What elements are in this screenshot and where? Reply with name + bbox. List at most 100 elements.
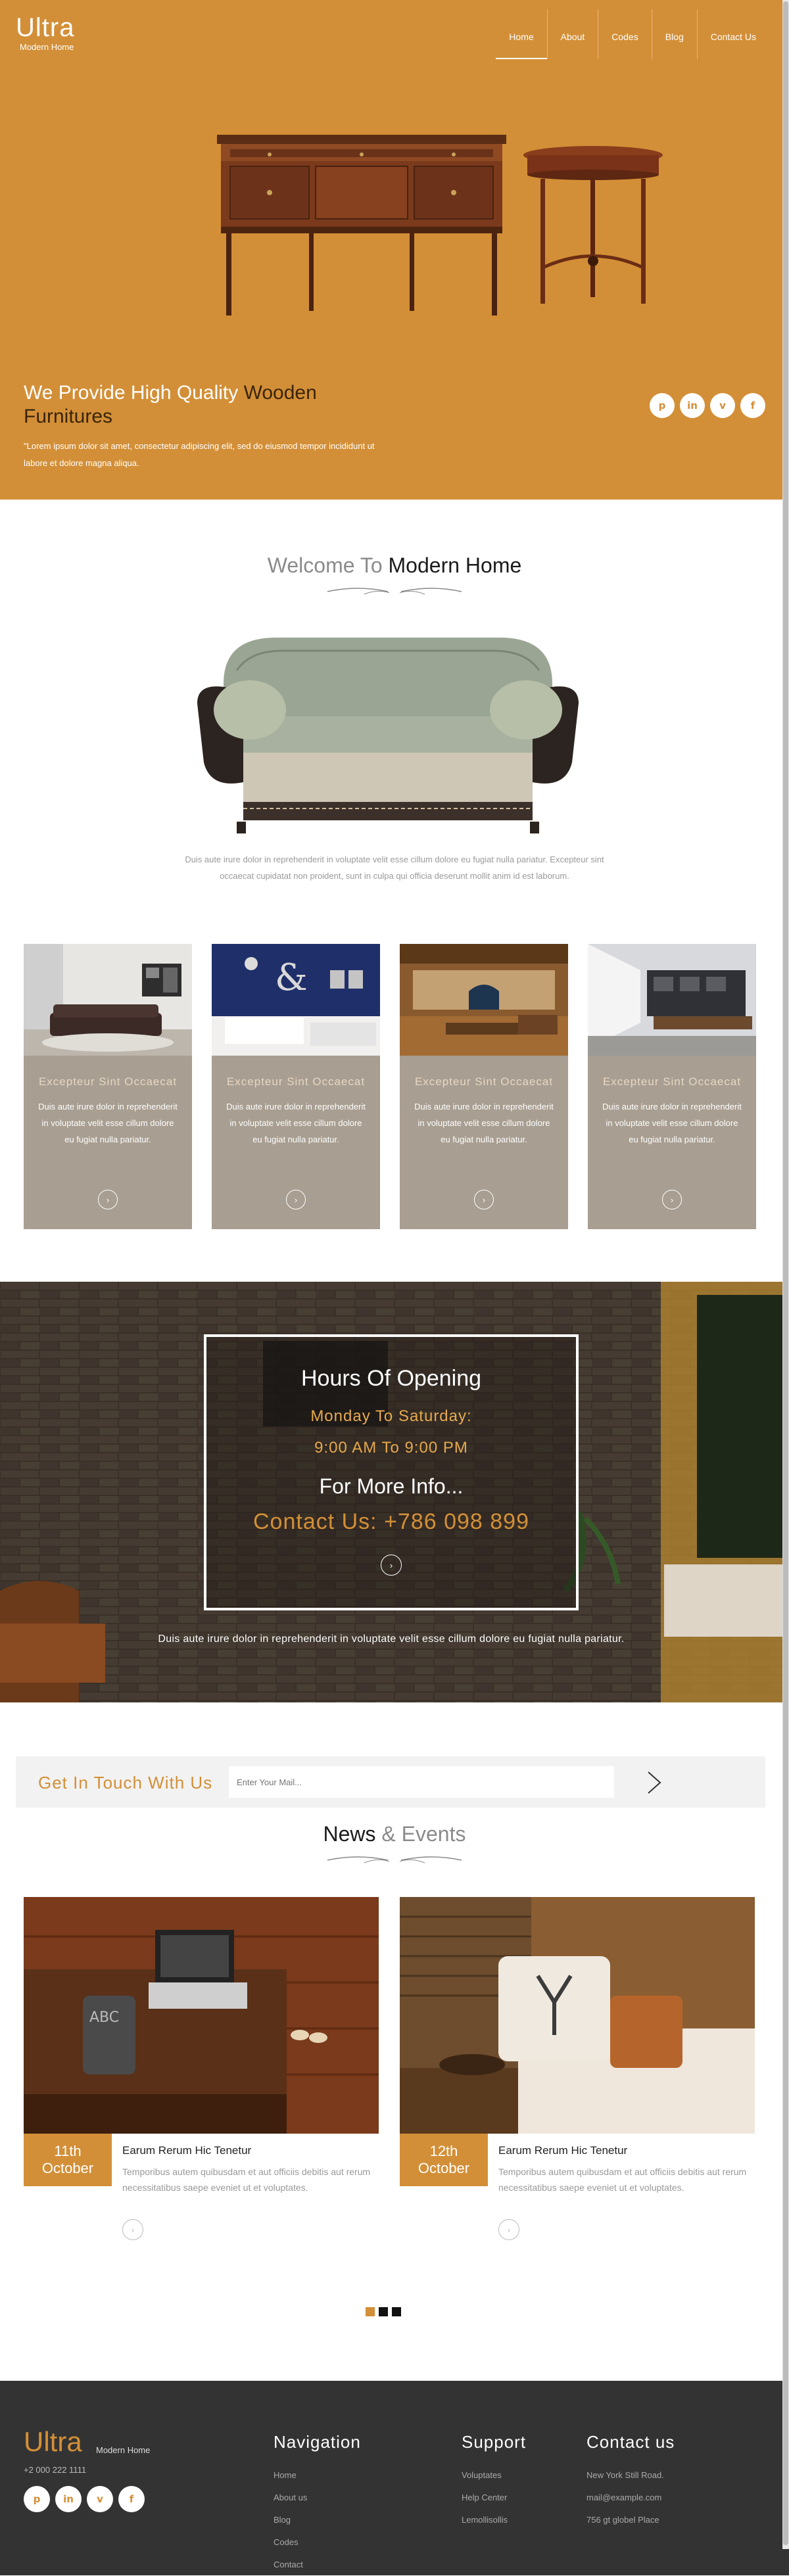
footer-link-support[interactable]: Voluptates <box>462 2464 526 2487</box>
living-room-image <box>24 944 192 1056</box>
date-month: October <box>418 2160 470 2176</box>
news-row: 12th October Earum Rerum Hic Tenetur Tem… <box>400 2134 755 2240</box>
welcome-title: Welcome To Modern Home <box>0 553 789 578</box>
chevron-right-icon[interactable]: › <box>662 1190 682 1209</box>
modern-room-image <box>588 944 756 1056</box>
hours-more-info: For More Info... <box>319 1474 464 1498</box>
newsletter-bar: Get In Touch With Us <box>16 1756 765 1808</box>
footer-link-support[interactable]: Help Center <box>462 2487 526 2509</box>
pinterest-icon[interactable]: p <box>650 393 675 418</box>
flourish-divider <box>327 588 462 595</box>
linkedin-icon[interactable]: in <box>680 393 705 418</box>
card-text: Duis aute irure dolor in reprehenderit i… <box>602 1102 742 1144</box>
chevron-right-icon[interactable]: › <box>381 1555 402 1576</box>
vimeo-icon[interactable]: v <box>87 2486 113 2512</box>
card-title: Excepteur Sint Occaecat <box>602 1075 742 1088</box>
news-row: 11th October Earum Rerum Hic Tenetur Tem… <box>24 2134 379 2240</box>
date-day: 12th <box>429 2143 458 2159</box>
arrow-right-icon[interactable] <box>640 1769 667 1796</box>
news-text: Temporibus autem quibusdam et aut offici… <box>498 2166 747 2193</box>
hero-title: We Provide High Quality Wooden Furniture… <box>24 381 392 429</box>
feature-card: Excepteur Sint Occaecat Duis aute irure … <box>24 944 192 1229</box>
brand-logo[interactable]: Ultra <box>16 14 74 41</box>
sofa-image <box>197 638 579 833</box>
hours-caption: Duis aute irure dolor in reprehenderit i… <box>158 1633 625 1645</box>
pinterest-icon[interactable]: p <box>24 2486 50 2512</box>
date-badge: 12th October <box>400 2134 488 2186</box>
footer: Ultra Modern Home +2 000 222 1111 p in v… <box>0 2381 789 2575</box>
footer-contact: Contact us New York Still Road. mail@exa… <box>586 2432 675 2531</box>
nav-item-home[interactable]: Home <box>496 9 547 59</box>
side-table-image <box>523 146 663 304</box>
newsletter-section: Get In Touch With Us <box>0 1702 789 1815</box>
welcome-title-dark: Modern Home <box>388 553 522 577</box>
chevron-right-icon[interactable]: › <box>122 2219 143 2240</box>
card-title: Excepteur Sint Occaecat <box>226 1075 366 1088</box>
newsletter-title: Get In Touch With Us <box>38 1773 213 1792</box>
footer-link-home[interactable]: Home <box>274 2464 361 2487</box>
footer-link-about[interactable]: About us <box>274 2487 361 2509</box>
footer-link-blog[interactable]: Blog <box>274 2509 361 2531</box>
news-title: News & Events <box>0 1822 789 1846</box>
carousel-dot[interactable] <box>392 2307 401 2316</box>
welcome-description: Duis aute irure dolor in reprehenderit i… <box>185 855 604 881</box>
news-heading[interactable]: Earum Rerum Hic Tenetur <box>498 2144 627 2157</box>
hero-section: Ultra Modern Home Home About Codes Blog … <box>0 0 789 500</box>
footer-support: Support Voluptates Help Center Lemolliso… <box>462 2432 526 2531</box>
card-title: Excepteur Sint Occaecat <box>414 1075 554 1088</box>
svg-text:&: & <box>275 956 308 999</box>
footer-email[interactable]: mail@example.com <box>586 2487 675 2509</box>
scrollbar[interactable] <box>782 0 789 2549</box>
chevron-right-icon[interactable]: › <box>474 1190 494 1209</box>
hours-time: 9:00 AM To 9:00 PM <box>314 1439 468 1457</box>
carousel-dot[interactable] <box>366 2307 375 2316</box>
card-text: Duis aute irure dolor in reprehenderit i… <box>38 1102 178 1144</box>
news-title-amp: & <box>381 1822 396 1846</box>
news-heading[interactable]: Earum Rerum Hic Tenetur <box>122 2144 251 2157</box>
footer-socials: p in v f <box>24 2486 145 2512</box>
footer-logo[interactable]: Ultra <box>24 2428 82 2456</box>
card-text: Duis aute irure dolor in reprehenderit i… <box>414 1102 554 1144</box>
chevron-right-icon[interactable]: › <box>98 1190 118 1209</box>
carousel-dots <box>366 2307 401 2316</box>
footer-support-title: Support <box>462 2432 527 2452</box>
date-month: October <box>41 2160 94 2176</box>
hours-contact[interactable]: Contact Us: +786 098 899 <box>206 1509 576 1535</box>
nav-item-blog[interactable]: Blog <box>651 9 697 59</box>
hero-socials: p in v f <box>650 393 765 418</box>
chevron-right-icon[interactable]: › <box>498 2219 519 2240</box>
wooden-room-image <box>400 944 568 1056</box>
feature-card: Excepteur Sint Occaecat Duis aute irure … <box>588 944 756 1229</box>
footer-link-support[interactable]: Lemollisollis <box>462 2509 526 2531</box>
linkedin-icon[interactable]: in <box>55 2486 82 2512</box>
news-card: ABC 11th October Earum Rerum Hic Tenetur… <box>24 1897 379 2240</box>
welcome-title-grey: Welcome To <box>267 553 383 577</box>
welcome-section: Welcome To Modern Home Duis aute irure d… <box>0 500 789 1282</box>
footer-address: New York Still Road. <box>586 2470 664 2480</box>
footer-nav-title: Navigation <box>274 2432 361 2452</box>
footer-contact-title: Contact us <box>586 2432 675 2452</box>
vimeo-icon[interactable]: v <box>710 393 735 418</box>
facebook-icon[interactable]: f <box>118 2486 145 2512</box>
hours-title: Hours Of Opening <box>300 1366 482 1391</box>
facebook-icon[interactable]: f <box>740 393 765 418</box>
feature-card: & Excepteur Sint Occaecat Duis aute irur… <box>212 944 380 1229</box>
brand-tagline: Modern Home <box>20 42 74 52</box>
hours-days: Monday To Saturday: <box>310 1407 472 1425</box>
chevron-right-icon[interactable]: › <box>286 1190 306 1209</box>
news-title-grey: Events <box>401 1822 466 1846</box>
carousel-dot[interactable] <box>379 2307 388 2316</box>
scrollbar-thumb[interactable] <box>783 1 788 2545</box>
footer-phone: +2 000 222 1111 <box>24 2465 87 2475</box>
sideboard-image <box>217 135 506 316</box>
nav-item-about[interactable]: About <box>546 9 598 59</box>
footer-link-contact[interactable]: Contact <box>274 2554 361 2576</box>
email-field[interactable] <box>229 1766 614 1798</box>
footer-link-codes[interactable]: Codes <box>274 2531 361 2554</box>
brand[interactable]: Ultra Modern Home <box>16 14 74 52</box>
nav-item-contact[interactable]: Contact Us <box>696 9 769 59</box>
hero-description: "Lorem ipsum dolor sit amet, consectetur… <box>24 441 375 468</box>
page: Ultra Modern Home Home About Codes Blog … <box>0 0 789 2575</box>
nav-item-codes[interactable]: Codes <box>598 9 651 59</box>
card-title: Excepteur Sint Occaecat <box>38 1075 178 1088</box>
